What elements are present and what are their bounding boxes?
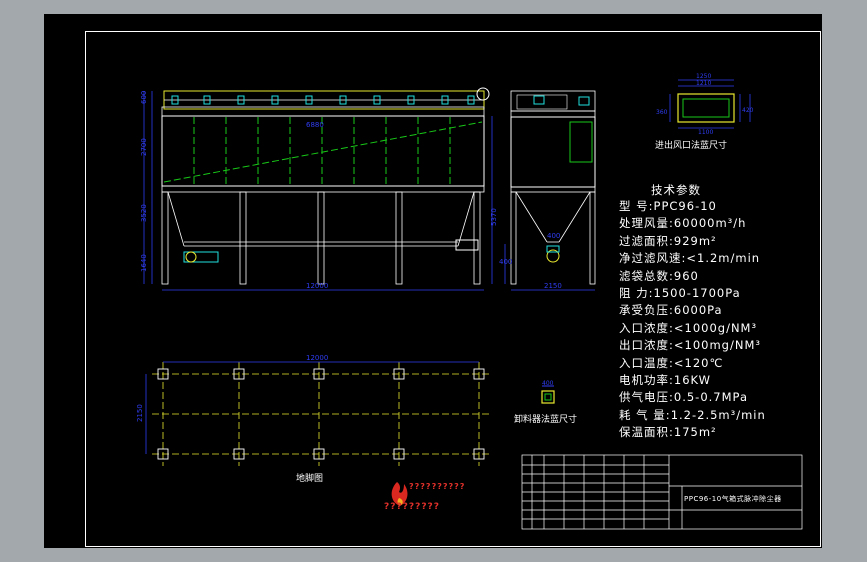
tech-param-row: 净过滤风速:<1.2m/min	[619, 250, 760, 266]
side-view: 2150 400 400	[499, 90, 596, 291]
tech-param-value: 1500-1700Pa	[653, 286, 741, 300]
tech-param-value: 1.2-2.5m³/min	[670, 407, 766, 422]
svg-text:400: 400	[547, 232, 560, 240]
tech-param-row: 处理风量:60000m³/h	[619, 215, 746, 231]
cad-drawing: 600 2700 3520 1640 5370 12000 6880 2150 …	[136, 73, 803, 530]
tech-param-row: 耗 气 量:1.2-2.5m³/min	[619, 407, 766, 423]
svg-text:2150: 2150	[136, 404, 144, 422]
tech-param-value: <120℃	[673, 355, 724, 370]
tech-param-value: 0.5-0.7MPa	[673, 390, 748, 405]
svg-text:3520: 3520	[140, 204, 148, 222]
svg-text:2700: 2700	[140, 138, 148, 156]
svg-text:420: 420	[742, 107, 754, 114]
front-view: 600 2700 3520 1640 5370 12000 6880	[140, 87, 498, 291]
tech-param-value: 929m²	[673, 233, 717, 248]
tech-param-row: 入口温度:<120℃	[619, 355, 723, 371]
tech-param-label: 耗 气 量:	[619, 407, 671, 422]
tech-param-row: 出口浓度:<100mg/NM³	[619, 337, 761, 353]
tech-param-row: 保温面积:175m²	[619, 424, 717, 440]
tech-param-label: 滤袋总数:	[619, 268, 674, 283]
tech-param-label: 阻 力:	[619, 286, 654, 300]
tech-param-row: 阻 力:1500-1700Pa	[619, 285, 741, 301]
tech-param-value: 60000m³/h	[673, 216, 747, 231]
svg-text:1210: 1210	[696, 80, 711, 87]
tech-param-label: 净过滤风速:	[619, 251, 687, 266]
svg-text:12000: 12000	[306, 282, 328, 290]
tech-param-value: PPC96-10	[653, 199, 717, 213]
svg-text:360: 360	[656, 109, 668, 116]
tech-param-value: 6000Pa	[673, 303, 723, 318]
tech-param-value: 16KW	[673, 373, 712, 387]
tech-param-label: 电机功率:	[619, 373, 674, 387]
tech-param-value: <100mg/NM³	[673, 338, 761, 353]
tech-param-value: 960	[673, 268, 699, 283]
svg-text:1250: 1250	[696, 73, 711, 80]
logo-text: ??????????	[409, 482, 466, 491]
tech-param-label: 型 号:	[619, 199, 654, 213]
foundation-plan: 12000 2150	[136, 354, 492, 466]
tech-param-label: 入口浓度:	[619, 320, 674, 335]
svg-text:5370: 5370	[490, 208, 498, 226]
tech-param-row: 电机功率:16KW	[619, 372, 711, 388]
tech-param-value: <1.2m/min	[686, 251, 761, 266]
title-block	[521, 454, 803, 530]
svg-text:400: 400	[499, 258, 512, 266]
tech-param-label: 入口温度:	[619, 355, 674, 370]
logo-subtext: ?????????	[384, 502, 440, 512]
svg-text:1100: 1100	[698, 129, 713, 136]
svg-text:1640: 1640	[140, 254, 148, 272]
svg-text:12000: 12000	[306, 354, 328, 362]
tech-param-row: 入口浓度:<1000g/NM³	[619, 320, 757, 336]
tech-param-row: 过滤面积:929m²	[619, 233, 717, 249]
tech-param-value: 175m²	[673, 425, 717, 440]
foundation-caption: 地脚图	[296, 474, 324, 484]
tech-param-label: 保温面积:	[619, 425, 674, 440]
tech-param-row: 承受负压:6000Pa	[619, 302, 723, 318]
tech-param-row: 滤袋总数:960	[619, 268, 699, 284]
drawing-sheet: 600 2700 3520 1640 5370 12000 6880 2150 …	[44, 14, 822, 548]
svg-text:600: 600	[140, 91, 148, 104]
tech-param-label: 供气电压:	[619, 390, 674, 405]
drawing-title: PPC96-10气箱式脉冲除尘器	[684, 495, 782, 503]
tech-param-label: 出口浓度:	[619, 338, 674, 353]
flange-discharge-caption: 卸料器法蓝尺寸	[514, 415, 578, 425]
tech-param-value: <1000g/NM³	[673, 320, 758, 335]
svg-text:2150: 2150	[544, 282, 562, 290]
flange-inout-caption: 进出风口法蓝尺寸	[655, 141, 728, 151]
tech-title: 技术参数	[651, 183, 701, 197]
svg-text:6880: 6880	[306, 121, 324, 129]
flange-discharge-detail: 400	[541, 380, 555, 404]
tech-param-label: 承受负压:	[619, 303, 674, 318]
tech-param-label: 过滤面积:	[619, 233, 674, 248]
svg-text:400: 400	[542, 380, 554, 387]
tech-param-label: 处理风量:	[619, 216, 674, 231]
flange-inout-detail: 1250 1210 1100 360 420	[656, 73, 754, 136]
tech-param-row: 供气电压:0.5-0.7MPa	[619, 389, 748, 405]
tech-param-row: 型 号:PPC96-10	[619, 198, 717, 214]
